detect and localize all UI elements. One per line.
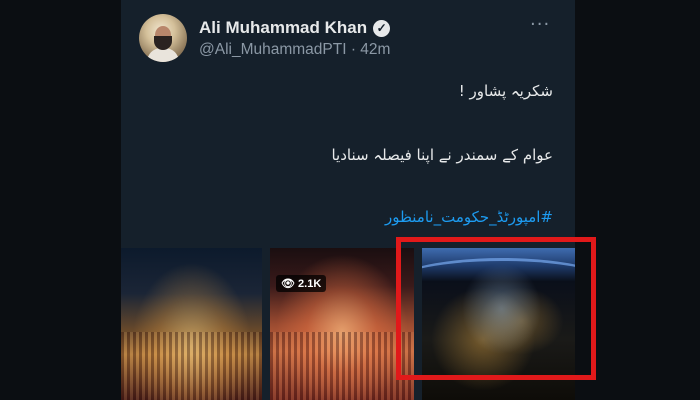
author-name-row[interactable]: Ali Muhammad Khan ✓: [199, 18, 391, 38]
more-options-icon[interactable]: ···: [530, 14, 550, 35]
crowd-texture: [121, 331, 262, 400]
author-name[interactable]: Ali Muhammad Khan: [199, 18, 367, 38]
verified-badge-icon: ✓: [373, 19, 391, 37]
media-image-1[interactable]: [121, 248, 262, 400]
crowd-texture: [270, 331, 414, 400]
media-video-2[interactable]: 👁 2.1K: [270, 248, 414, 400]
avatar-body: [147, 48, 179, 62]
view-count-badge: 👁 2.1K: [276, 275, 327, 292]
tweet-text-line-2: عوام کے سمندر نے اپنا فیصلہ سنادیا: [331, 146, 553, 164]
left-margin: [0, 0, 121, 400]
tweet-text-line-1: شکریہ پشاور !: [458, 82, 553, 100]
hashtag-link[interactable]: #امپورٹڈ_حکومت_نامنظور: [385, 208, 553, 226]
author-handle-and-time[interactable]: @Ali_MuhammadPTI · 42m: [199, 41, 390, 59]
avatar[interactable]: [139, 14, 187, 62]
highlight-box: [396, 237, 596, 380]
